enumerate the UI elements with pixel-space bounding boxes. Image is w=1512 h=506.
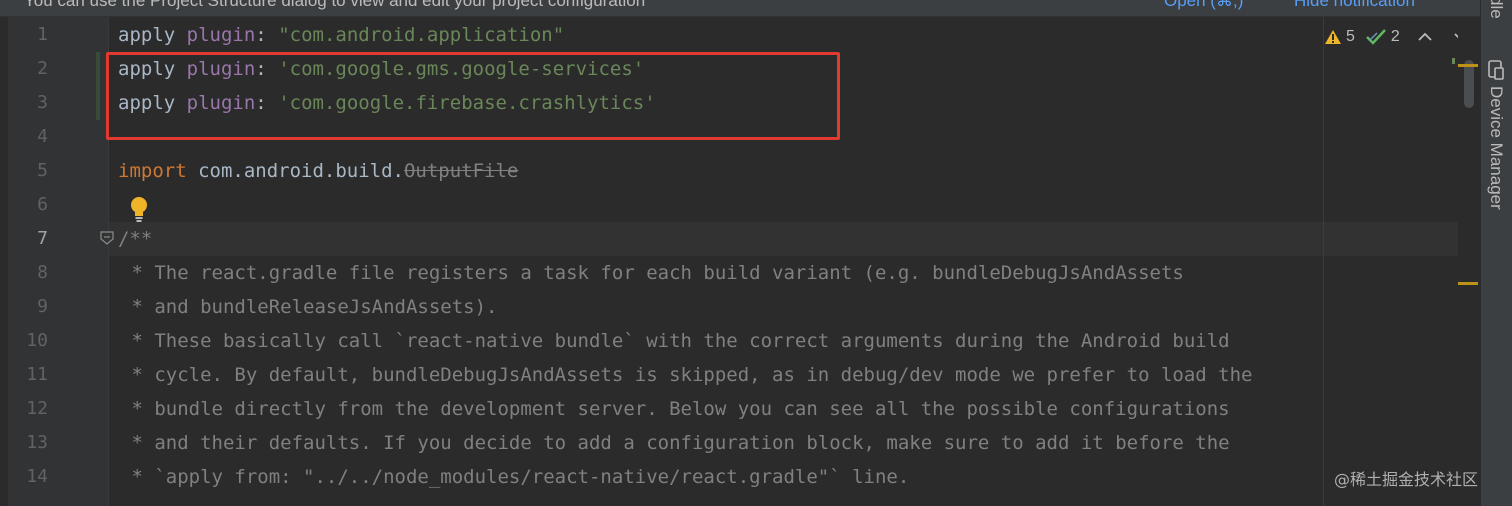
weak-warnings-count: 2 (1390, 28, 1400, 45)
line-number: 6 (37, 194, 48, 215)
code-token-package: com.android.build. (186, 160, 404, 182)
weak-warning-check-icon (1366, 29, 1386, 45)
chevron-up-icon[interactable] (1418, 32, 1432, 42)
open-project-structure-link[interactable]: Open (⌘;) (1164, 0, 1243, 11)
line-number: 2 (37, 58, 48, 79)
code-line[interactable]: import com.android.build.OutputFile (118, 154, 518, 188)
line-number: 4 (37, 126, 48, 147)
notification-bar: You can use the Project Structure dialog… (0, 0, 1480, 17)
line-number: 5 (37, 160, 48, 181)
line-number: 13 (26, 432, 48, 453)
notification-message: You can use the Project Structure dialog… (24, 0, 646, 10)
watermark: @稀土掘金技术社区 (1334, 470, 1479, 489)
fold-marker-icon[interactable] (100, 231, 114, 245)
scrollbar-warning-marker[interactable] (1458, 282, 1478, 285)
warning-icon (1325, 30, 1341, 44)
lightbulb-icon[interactable] (128, 196, 150, 222)
code-line[interactable]: apply plugin: "com.android.application" (118, 18, 564, 52)
tool-window-label-partial[interactable]: dle (1486, 0, 1506, 19)
code-token-string: "com.android.application" (278, 24, 565, 46)
code-token-import: import (118, 160, 187, 182)
line-number: 1 (37, 24, 48, 45)
code-line-comment[interactable]: * and bundleReleaseJsAndAssets). (120, 290, 497, 324)
annotation-highlight-box (106, 52, 840, 140)
line-number: 10 (26, 330, 48, 351)
scrollbar-thumb[interactable] (1464, 60, 1474, 108)
code-line-comment[interactable]: * The react.gradle file registers a task… (120, 256, 1183, 290)
code-line-comment[interactable]: * `apply from: "../../node_modules/react… (120, 460, 909, 494)
right-margin-guide (1323, 17, 1324, 506)
code-line-comment[interactable]: * and their defaults. If you decide to a… (120, 426, 1229, 460)
line-number: 11 (26, 364, 48, 385)
device-manager-icon[interactable] (1487, 60, 1505, 80)
code-line-comment[interactable]: * cycle. By default, bundleDebugJsAndAss… (120, 358, 1252, 392)
current-line-highlight (0, 222, 1480, 256)
hide-notification-link[interactable]: Hide notification (1294, 0, 1415, 11)
line-number-current: 7 (37, 228, 48, 249)
device-manager-tab[interactable]: Device Manager (1486, 86, 1506, 210)
scrollbar-change-marker[interactable] (1452, 58, 1455, 64)
line-number: 3 (37, 92, 48, 113)
code-line-doc-comment-start[interactable]: /** (118, 222, 152, 256)
code-line-comment[interactable]: * bundle directly from the development s… (120, 392, 1229, 426)
code-token-deprecated-class: OutputFile (403, 160, 519, 182)
code-token-colon: : (255, 24, 279, 46)
code-token-apply: apply (118, 24, 176, 46)
vcs-change-marker[interactable] (96, 52, 100, 120)
warnings-count: 5 (1346, 28, 1355, 45)
line-number: 8 (37, 262, 48, 283)
inspections-widget[interactable]: 5 2 (1324, 24, 1468, 50)
code-line-comment[interactable]: * These basically call `react-native bun… (120, 324, 1229, 358)
line-number: 14 (26, 466, 48, 487)
line-number: 12 (26, 398, 48, 419)
scrollbar-warning-marker[interactable] (1458, 64, 1478, 67)
code-token-plugin: plugin (186, 24, 256, 46)
line-number: 9 (37, 296, 48, 317)
